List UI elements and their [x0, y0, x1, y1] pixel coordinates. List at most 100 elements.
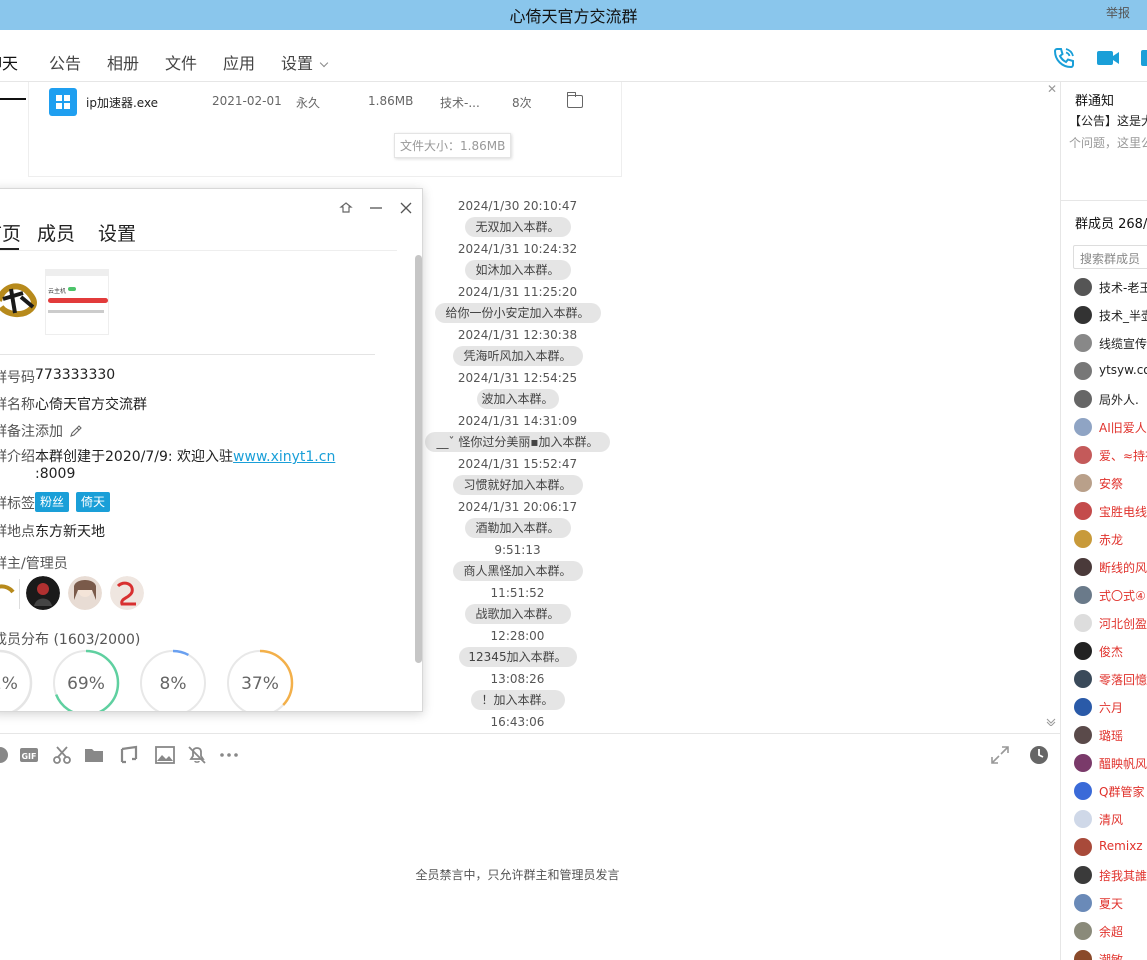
add-remark-button[interactable]: 添加	[35, 421, 83, 441]
emoji-icon[interactable]	[0, 745, 10, 765]
divider	[1061, 200, 1147, 201]
member-name: 醞眏帆风	[1099, 757, 1147, 771]
svg-text:GIF: GIF	[21, 752, 36, 761]
folder-icon[interactable]	[84, 745, 104, 765]
distribution-ring[interactable]: 61%	[0, 649, 33, 712]
image-icon[interactable]	[155, 745, 175, 765]
gif-icon[interactable]: GIF	[19, 745, 39, 765]
file-size: 1.86MB	[368, 94, 414, 108]
system-message: 如沐加入本群。	[464, 260, 571, 280]
member-name: 技术_半壶	[1099, 309, 1147, 323]
chevron-down-icon	[319, 58, 329, 68]
distribution-ring[interactable]: 8%	[139, 649, 207, 712]
distribution-ring[interactable]: 37%	[226, 649, 294, 712]
system-message: 无双加入本群。	[464, 217, 571, 237]
member-name: 清风	[1099, 813, 1124, 827]
tag-yitian[interactable]: 倚天	[76, 492, 111, 512]
tab-chat-underline	[0, 98, 26, 100]
group-intro: 本群创建于2020/7/9: 欢迎入驻www.xinyt1.cn	[35, 446, 335, 466]
tab-files[interactable]: 文件	[165, 50, 197, 74]
member-name: 河北创盈	[1099, 617, 1147, 631]
admin-avatar-3[interactable]	[110, 576, 144, 610]
member-name: 赤龙	[1099, 533, 1124, 547]
popup-scrollbar[interactable]	[415, 255, 422, 663]
tab-chat[interactable]: 聊天	[0, 50, 26, 100]
member-avatar	[1074, 810, 1092, 828]
system-message: 商人黑怪加入本群。	[452, 561, 583, 581]
minimize-icon[interactable]	[369, 201, 383, 215]
popup-tab-settings[interactable]: 设置	[98, 219, 136, 246]
open-folder-icon[interactable]	[566, 92, 583, 108]
tab-settings-label: 设置	[281, 54, 314, 73]
share-screen-icon[interactable]	[1140, 46, 1147, 70]
distribution-value: 37%	[241, 674, 279, 694]
member-name: ytsyw.co	[1099, 363, 1147, 377]
member-avatar	[1074, 390, 1092, 408]
video-call-icon[interactable]	[1096, 46, 1120, 70]
clock-history-icon[interactable]	[1029, 745, 1049, 765]
pin-icon[interactable]	[339, 201, 353, 215]
group-info-popup: 首页 成员 设置 云主机 群号码 773333330 群名称 心倚天官方交流群 …	[0, 188, 423, 712]
popup-tab-members[interactable]: 成员	[37, 219, 75, 246]
admin-avatar-1[interactable]	[26, 576, 60, 610]
member-name: 安祭	[1099, 477, 1124, 491]
message-timestamp: 2024/1/31 12:54:25	[457, 371, 578, 385]
tab-apps[interactable]: 应用	[223, 50, 255, 74]
member-avatar	[1074, 866, 1092, 884]
distribution-value: 61%	[0, 674, 18, 694]
tab-settings[interactable]: 设置	[281, 50, 329, 74]
member-name: 零落回憶	[1099, 673, 1147, 687]
popup-separator	[0, 354, 375, 355]
tab-announcement[interactable]: 公告	[49, 50, 81, 74]
member-avatar	[1074, 306, 1092, 324]
popup-tab-divider	[0, 250, 397, 251]
member-search-input[interactable]: 搜索群成员	[1073, 245, 1147, 269]
tag-fans[interactable]: 粉丝	[35, 492, 70, 512]
member-name: AI旧爱人	[1099, 421, 1147, 435]
thumbnail-caption: 云主机	[48, 288, 67, 295]
more-icon[interactable]	[219, 745, 239, 765]
close-icon[interactable]	[399, 201, 413, 215]
member-avatar	[1074, 362, 1092, 380]
popup-tab-home[interactable]: 首页	[0, 219, 21, 246]
group-notice-text[interactable]: 【公告】这是大	[1069, 112, 1147, 129]
member-avatar	[1074, 558, 1092, 576]
file-downloads: 8次	[512, 96, 532, 110]
member-avatar	[1074, 754, 1092, 772]
member-name: 璐瑶	[1099, 729, 1124, 743]
distribution-ring[interactable]: 69%	[52, 649, 120, 712]
scissors-icon[interactable]	[52, 745, 72, 765]
voice-call-icon[interactable]	[1052, 46, 1076, 70]
group-intro-text: 本群创建于2020/7/9: 欢迎入驻	[35, 449, 234, 465]
admins-title: 群主/管理员	[0, 556, 68, 572]
file-name[interactable]: ip加速器.exe	[86, 94, 158, 111]
owner-avatar[interactable]	[0, 576, 19, 610]
message-timestamp: 2024/1/31 20:06:17	[457, 500, 578, 514]
group-number: 773333330	[35, 367, 116, 383]
member-avatar	[1074, 698, 1092, 716]
windows-exe-icon	[49, 88, 77, 116]
file-size-tooltip: 文件大小：1.86MB	[394, 133, 512, 158]
member-avatar	[1074, 894, 1092, 912]
member-avatar	[1074, 474, 1092, 492]
member-name: 宝胜电线	[1099, 505, 1147, 519]
expand-icon[interactable]	[990, 745, 1010, 765]
tab-album[interactable]: 相册	[107, 50, 139, 74]
chevron-down-icon[interactable]	[1046, 718, 1056, 726]
title-bar: 心倚天官方交流群 举报	[0, 0, 1147, 30]
file-uploader: 技术-...	[440, 96, 480, 110]
close-icon[interactable]: ✕	[1047, 82, 1057, 96]
message-timestamp: 2024/1/31 15:52:47	[457, 457, 578, 471]
group-cover-thumbnail[interactable]: 云主机	[45, 269, 109, 335]
field-label-remark: 群备注	[0, 424, 35, 440]
system-message: __ˇ 怪你过分美丽▪加入本群。	[425, 432, 610, 452]
mute-bell-icon[interactable]	[187, 745, 207, 765]
report-link[interactable]: 举报	[1106, 4, 1130, 21]
admin-avatar-2[interactable]	[68, 576, 102, 610]
website-link[interactable]: www.xinyt1.cn	[233, 449, 335, 465]
member-name: 俊杰	[1099, 645, 1124, 659]
field-label-tags: 群标签	[0, 496, 35, 512]
system-message: 习惯就好加入本群。	[452, 475, 583, 495]
music-icon[interactable]	[119, 745, 139, 765]
member-avatar	[1074, 418, 1092, 436]
